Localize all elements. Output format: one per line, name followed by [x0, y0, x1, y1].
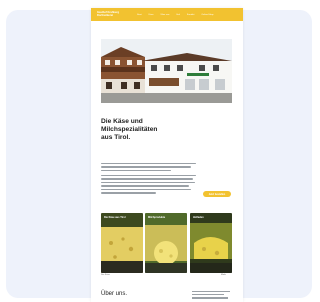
- body-paragraph: [101, 175, 196, 196]
- nav-item-start[interactable]: Start: [137, 14, 142, 16]
- intro-paragraph: [101, 163, 196, 173]
- card-title-2: Milchprodukte: [148, 216, 166, 219]
- product-card-1[interactable]: Die Käse aus Tirol: [101, 213, 143, 273]
- product-cards: Die Käse aus Tirol Milchprodukte Hoflade…: [101, 213, 232, 273]
- hero-image: [101, 39, 232, 103]
- nav-item-kontakt[interactable]: Kontakt: [187, 14, 194, 16]
- cards-caption-left: Die Käse: [101, 274, 110, 276]
- nav-item-kaese[interactable]: Käse: [149, 14, 154, 16]
- title-line-2: Milchspezialitäten: [101, 126, 158, 133]
- title-line-1: Die Käse und: [101, 118, 143, 125]
- main-nav: Start Käse Über uns Hof Kontakt Online-S…: [137, 14, 214, 16]
- nav-item-shop[interactable]: Online-Shop: [201, 14, 213, 16]
- site-logo[interactable]: Gasthof Krahberg Dorfmolkerei: [97, 11, 125, 17]
- farm-shop-image: [190, 213, 232, 273]
- product-card-3[interactable]: Hofladen: [190, 213, 232, 273]
- site-header: Gasthof Krahberg Dorfmolkerei Start Käse…: [91, 8, 243, 21]
- card-title-3: Hofladen: [193, 216, 204, 219]
- cards-caption-right[interactable]: Mehr: [221, 274, 226, 276]
- nav-item-ueber-uns[interactable]: Über uns: [161, 14, 170, 16]
- product-card-2[interactable]: Milchprodukte: [145, 213, 187, 273]
- nav-item-hof[interactable]: Hof: [177, 14, 180, 16]
- order-button[interactable]: Jetzt bestellen: [203, 191, 231, 197]
- title-line-3: aus Tirol.: [101, 134, 131, 141]
- farmhouse-illustration: [101, 39, 232, 103]
- milk-products-image: [145, 213, 187, 273]
- cheese-image: [101, 213, 143, 273]
- logo-line-2: Dorfmolkerei: [97, 13, 113, 17]
- about-text: [192, 291, 232, 301]
- about-heading: Über uns.: [101, 291, 128, 297]
- page-title: Die Käse und Milchspezialitäten aus Tiro…: [101, 118, 181, 142]
- card-title-1: Die Käse aus Tirol: [104, 216, 126, 219]
- website-preview[interactable]: Gasthof Krahberg Dorfmolkerei Start Käse…: [91, 8, 243, 302]
